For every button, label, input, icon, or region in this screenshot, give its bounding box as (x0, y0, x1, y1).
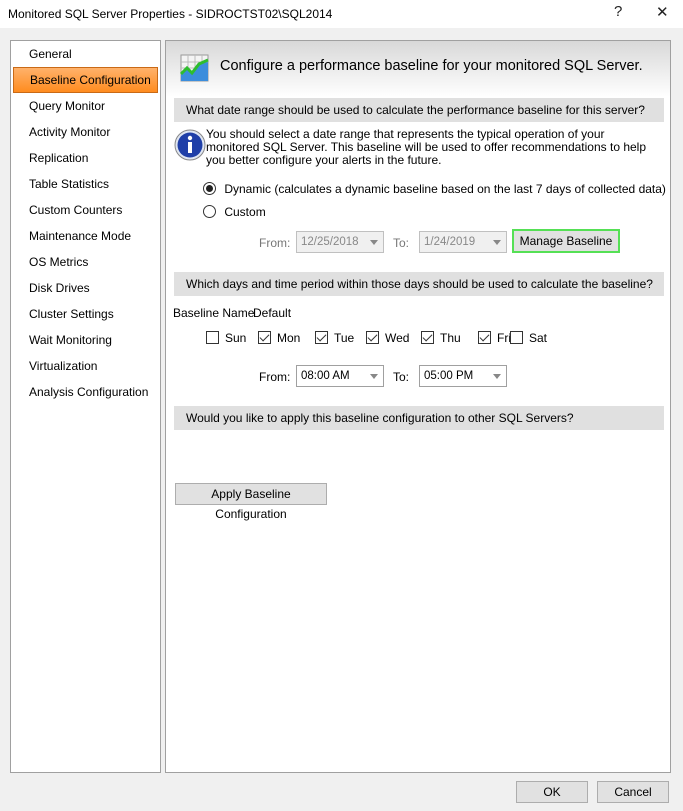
panel-header: Configure a performance baseline for you… (166, 41, 670, 97)
info-icon (174, 129, 206, 161)
panel-title: Configure a performance baseline for you… (220, 58, 643, 74)
sidebar-item-baseline-configuration[interactable]: Baseline Configuration (13, 67, 158, 93)
day-label: Thu (440, 330, 461, 345)
dropdown-arrow-icon (493, 374, 501, 379)
day-checkbox-sun[interactable]: Sun (206, 330, 246, 345)
sidebar-item-general[interactable]: General (13, 41, 158, 67)
sidebar-item-replication[interactable]: Replication (13, 145, 158, 171)
sidebar-nav: General Baseline Configuration Query Monit… (10, 40, 161, 773)
baseline-name-value: Default (253, 306, 292, 320)
sidebar-item-cluster-settings[interactable]: Cluster Settings (13, 301, 158, 327)
checkbox[interactable] (478, 331, 491, 345)
sidebar-item-maintenance-mode[interactable]: Maintenance Mode (13, 223, 158, 249)
sidebar-item-custom-counters[interactable]: Custom Counters (13, 197, 158, 223)
sidebar-item-disk-drives[interactable]: Disk Drives (13, 275, 158, 301)
sidebar-item-wait-monitoring[interactable]: Wait Monitoring (13, 327, 158, 353)
to-date-picker[interactable]: 1/24/2019 (419, 231, 507, 253)
help-button[interactable]: ? (614, 3, 622, 20)
checkbox[interactable] (315, 331, 328, 345)
dropdown-arrow-icon (370, 240, 378, 245)
day-label: Tue (334, 330, 355, 345)
day-checkbox-fri[interactable]: Fri (478, 330, 511, 345)
ok-button[interactable]: OK (516, 781, 588, 803)
sidebar-item-query-monitor[interactable]: Query Monitor (13, 93, 158, 119)
close-button[interactable]: ✕ (656, 3, 669, 21)
day-checkbox-mon[interactable]: Mon (258, 330, 300, 345)
main-panel: Configure a performance baseline for you… (165, 40, 671, 773)
cancel-button[interactable]: Cancel (597, 781, 669, 803)
checkbox[interactable] (258, 331, 271, 345)
checkbox[interactable] (366, 331, 379, 345)
day-checkbox-sat[interactable]: Sat (510, 330, 547, 345)
sidebar-item-virtualization[interactable]: Virtualization (13, 353, 158, 379)
custom-radio[interactable]: Custom (203, 204, 266, 219)
manage-baseline-button[interactable]: Manage Baseline (512, 229, 620, 253)
checkbox[interactable] (421, 331, 434, 345)
from-date-value: 12/25/2018 (301, 236, 359, 248)
dropdown-arrow-icon (493, 240, 501, 245)
day-label: Sun (225, 330, 247, 345)
date-range-section-header: What date range should be used to calcul… (174, 98, 664, 122)
apply-baseline-button[interactable]: Apply Baseline Configuration (175, 483, 327, 521)
checkbox[interactable] (206, 331, 219, 345)
day-checkbox-wed[interactable]: Wed (366, 330, 409, 345)
day-label: Mon (277, 330, 301, 345)
dropdown-arrow-icon (370, 374, 378, 379)
time-to-picker[interactable]: 05:00 PM (419, 365, 507, 387)
day-checkbox-thu[interactable]: Thu (421, 330, 461, 345)
to-date-label: To: (393, 236, 410, 250)
time-from-value: 08:00 AM (301, 370, 350, 382)
from-date-picker[interactable]: 12/25/2018 (296, 231, 384, 253)
time-from-label: From: (259, 370, 291, 384)
day-checkbox-tue[interactable]: Tue (315, 330, 354, 345)
days-section-header: Which days and time period within those … (174, 272, 664, 296)
day-label: Wed (385, 330, 410, 345)
sidebar-item-os-metrics[interactable]: OS Metrics (13, 249, 158, 275)
time-from-picker[interactable]: 08:00 AM (296, 365, 384, 387)
chart-icon (180, 54, 209, 82)
dynamic-radio[interactable]: Dynamic (calculates a dynamic baseline b… (203, 181, 666, 196)
from-date-label: From: (259, 236, 291, 250)
checkbox[interactable] (510, 331, 523, 345)
window-title: Monitored SQL Server Properties - SIDROC… (8, 7, 333, 21)
time-to-label: To: (393, 370, 410, 384)
custom-radio-button[interactable] (203, 205, 216, 219)
sidebar-item-activity-monitor[interactable]: Activity Monitor (13, 119, 158, 145)
baseline-name-label: Baseline Name (173, 306, 255, 320)
sidebar-item-table-statistics[interactable]: Table Statistics (13, 171, 158, 197)
time-to-value: 05:00 PM (424, 370, 474, 382)
title-bar: Monitored SQL Server Properties - SIDROC… (0, 0, 683, 28)
dynamic-label: Dynamic (calculates a dynamic baseline b… (224, 181, 666, 196)
apply-section-header: Would you like to apply this baseline co… (174, 406, 664, 430)
to-date-value: 1/24/2019 (424, 236, 476, 248)
custom-label: Custom (224, 204, 266, 219)
day-label: Sat (529, 330, 548, 345)
dynamic-radio-button[interactable] (203, 182, 216, 196)
info-text: You should select a date range that repr… (206, 127, 647, 167)
sidebar-item-analysis-configuration[interactable]: Analysis Configuration (13, 379, 158, 405)
day-label: Fri (497, 330, 511, 345)
